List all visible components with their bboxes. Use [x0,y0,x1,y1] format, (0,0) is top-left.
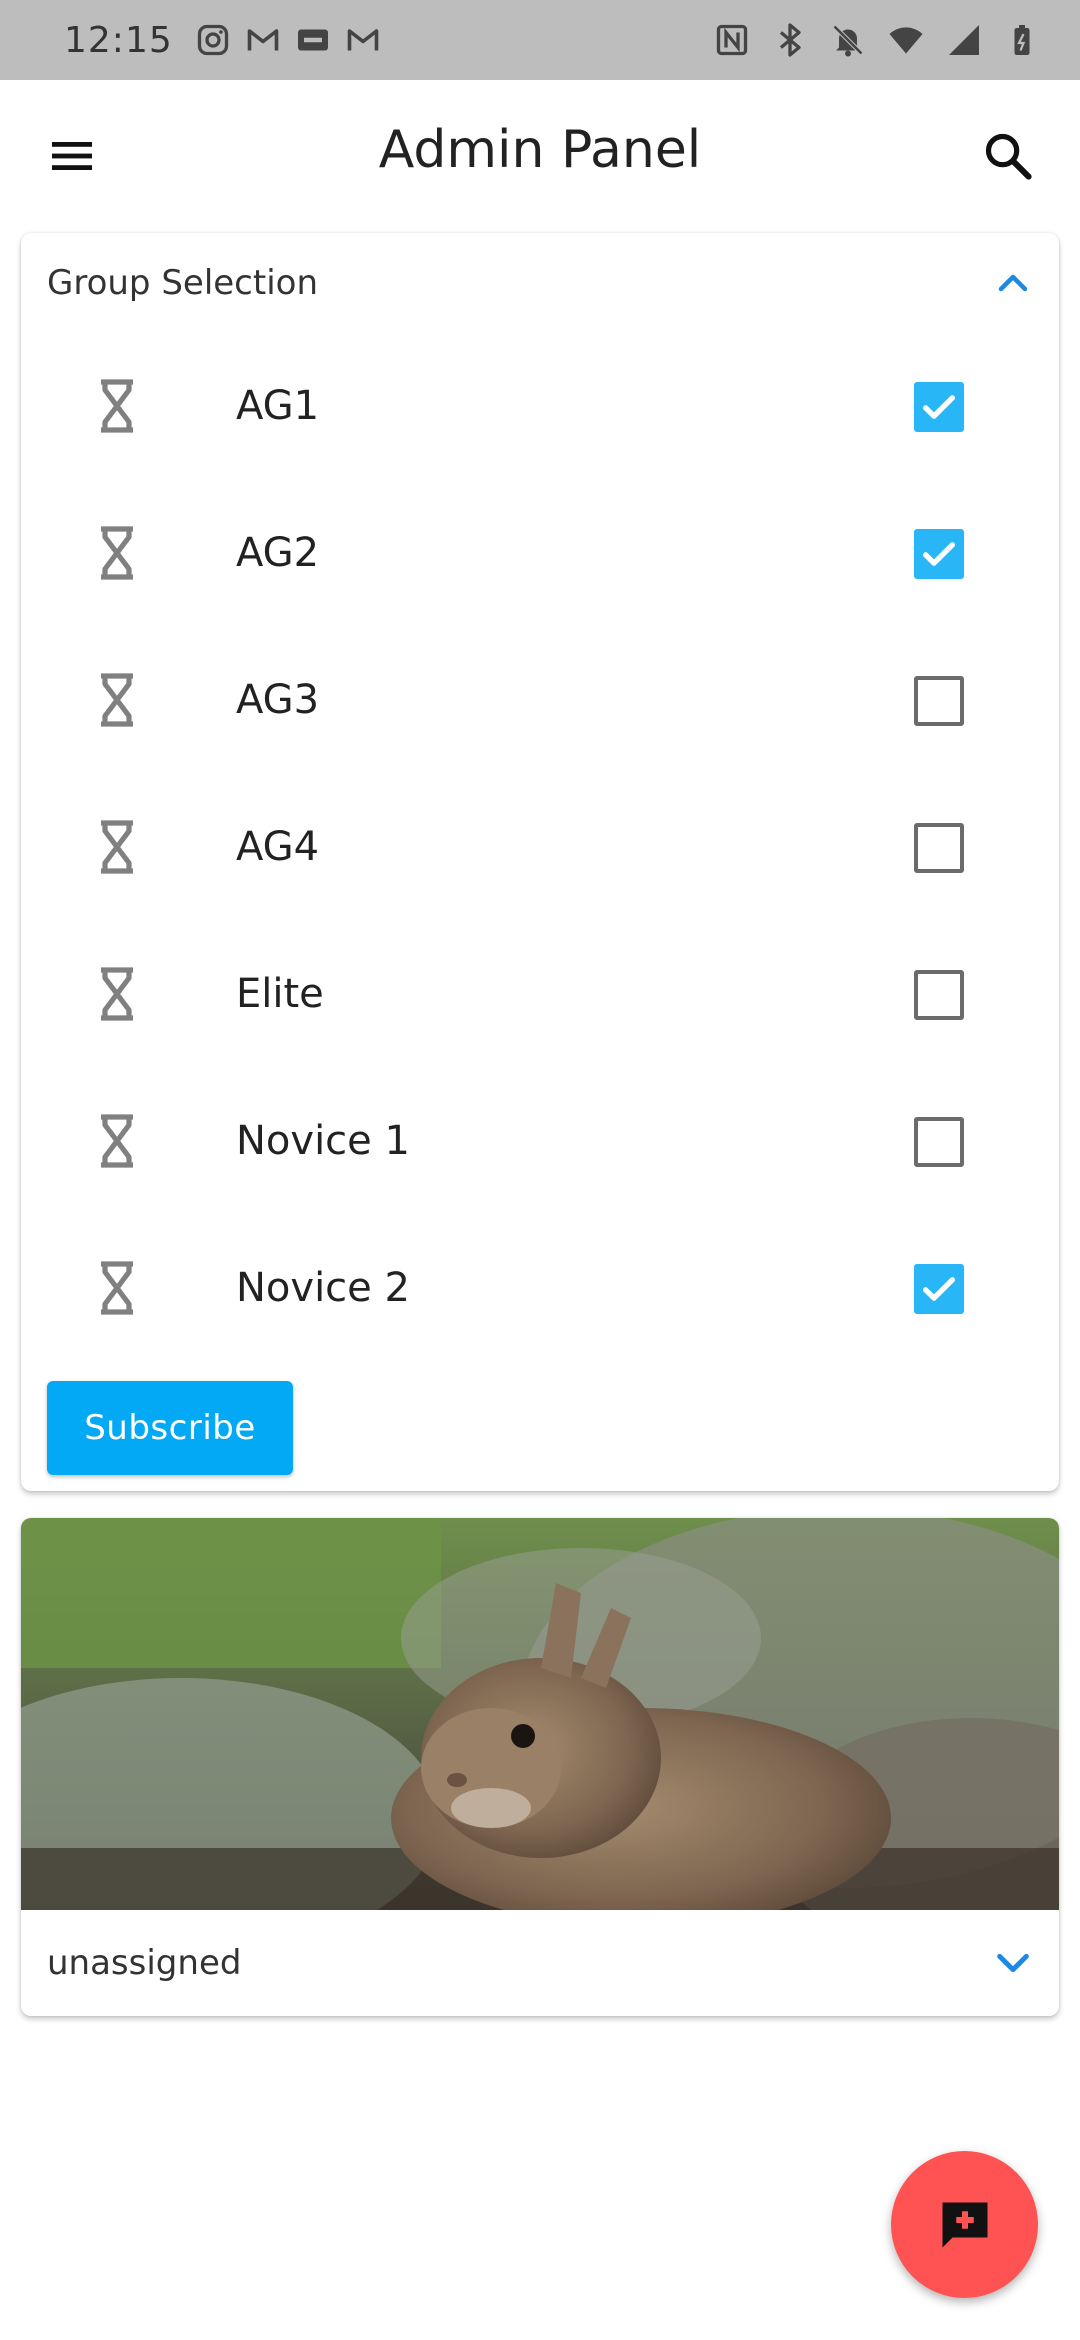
checkmark-icon [923,395,955,419]
do-not-disturb-icon [830,22,866,58]
media-card: unassigned [21,1518,1059,2016]
group-label: AG4 [236,824,320,870]
collapse-button[interactable] [993,263,1033,303]
group-assignment-label: unassigned [47,1943,242,1983]
hourglass-icon [101,1261,133,1315]
bluetooth-icon [772,22,808,58]
gmail-icon [245,22,281,58]
group-row[interactable]: Elite [21,921,1059,1068]
group-row[interactable]: AG2 [21,480,1059,627]
rabbit-photo [21,1518,1059,1910]
group-selection-header[interactable]: Group Selection [21,233,1059,333]
group-checkbox[interactable] [914,823,964,873]
group-label: AG3 [236,677,320,723]
expand-button[interactable] [993,1943,1033,1983]
group-checkbox-checked[interactable] [914,382,964,432]
status-right-icons [714,22,1040,58]
group-selection-title: Group Selection [47,263,319,303]
group-checkbox[interactable] [914,970,964,1020]
tsn-icon [295,22,331,58]
group-checkbox-checked[interactable] [914,529,964,579]
group-list: AG1 AG2 AG3 AG4 Elite Novice 1 Novice 2 [21,333,1059,1362]
hourglass-icon [101,967,133,1021]
hourglass-icon [101,1114,133,1168]
search-button[interactable] [976,124,1040,188]
group-row[interactable]: Novice 1 [21,1068,1059,1215]
group-selection-card: Group Selection AG1 AG2 AG3 AG4 Elite Novice … [21,233,1059,1491]
group-row[interactable]: AG3 [21,627,1059,774]
hourglass-icon [101,820,133,874]
group-label: AG1 [236,383,320,429]
add-comment-icon [942,2202,987,2247]
page-title: Admin Panel [378,120,702,180]
group-row[interactable]: Novice 2 [21,1215,1059,1362]
chevron-down-icon [997,1953,1029,1973]
battery-icon [1004,22,1040,58]
wifi-icon [888,22,924,58]
checkmark-icon [923,542,955,566]
nfc-icon [714,22,750,58]
signal-icon [946,22,982,58]
app-bar: Admin Panel [0,80,1080,232]
subscribe-button[interactable]: Subscribe [47,1381,293,1475]
search-icon [985,133,1032,180]
group-checkbox[interactable] [914,1117,964,1167]
group-label: Novice 2 [236,1265,410,1311]
group-label: AG2 [236,530,320,576]
status-time: 12:15 [64,19,173,61]
group-label: Elite [236,971,324,1017]
gmail-icon [345,22,381,58]
checkmark-icon [923,1277,955,1301]
status-bar: 12:15 [0,0,1080,80]
instagram-icon [195,22,231,58]
media-card-footer[interactable]: unassigned [21,1910,1059,2016]
chevron-up-icon [998,274,1028,292]
hourglass-icon [101,526,133,580]
status-left-icons [195,22,381,58]
hourglass-icon [101,673,133,727]
group-label: Novice 1 [236,1118,410,1164]
hourglass-icon [101,379,133,433]
group-checkbox[interactable] [914,676,964,726]
add-comment-button[interactable] [891,2151,1038,2298]
group-checkbox-checked[interactable] [914,1264,964,1314]
group-row[interactable]: AG1 [21,333,1059,480]
group-row[interactable]: AG4 [21,774,1059,921]
